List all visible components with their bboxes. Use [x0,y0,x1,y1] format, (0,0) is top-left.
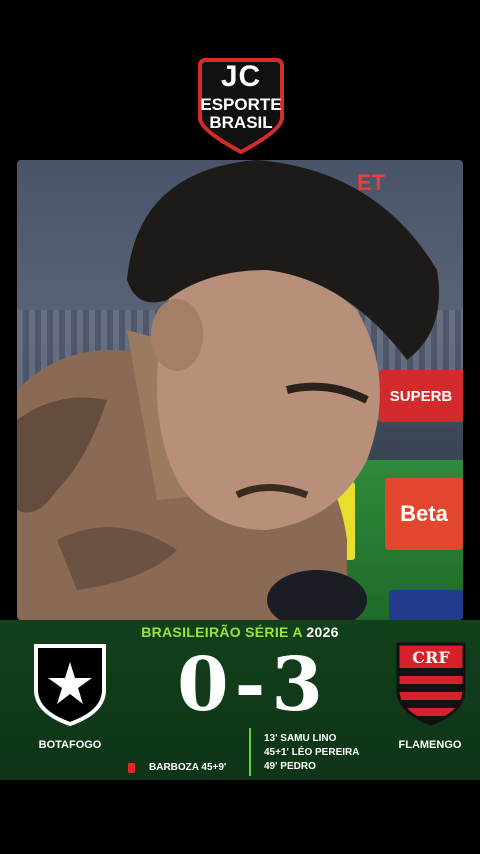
channel-logo: JC ESPORTE BRASIL [196,56,286,156]
away-events: 13' SAMU LINO 45+1' LÉO PEREIRA 49' PEDR… [264,732,359,774]
score-separator: - [234,642,266,728]
away-event: 49' PEDRO [264,761,316,772]
player-illustration [17,160,439,620]
logo-line2: ESPORTE [200,95,282,114]
logo-line3: BRASIL [209,113,273,132]
svg-text:CRF: CRF [412,648,450,667]
red-card-icon [128,763,135,773]
away-event: 13' SAMU LINO [264,733,337,744]
home-team-name: BOTAFOGO [38,739,102,751]
botafogo-crest-icon [34,644,106,727]
away-score: 3 [271,642,323,728]
away-event: 45+1' LÉO PEREIRA [264,747,360,758]
league-name: BRASILEIRÃO SÉRIE A [141,624,303,640]
league-title: BRASILEIRÃO SÉRIE A 2026 [0,624,480,640]
away-team-name: FLAMENGO [398,739,462,751]
home-event: BARBOZA 45+9' [149,762,227,773]
scoreboard: BRASILEIRÃO SÉRIE A 2026 BOTAFOGO 0 - 3 … [0,620,480,780]
flamengo-crest-icon: CRF [396,642,466,726]
league-year: 2026 [306,624,339,640]
events-divider [249,728,251,776]
home-score: 0 [177,642,229,728]
home-events: BARBOZA 45+9' [128,761,226,775]
video-frame[interactable]: ET SUPERB Beta A! [17,160,463,620]
match-score: 0 - 3 [150,640,350,730]
logo-line1: JC [220,60,262,93]
